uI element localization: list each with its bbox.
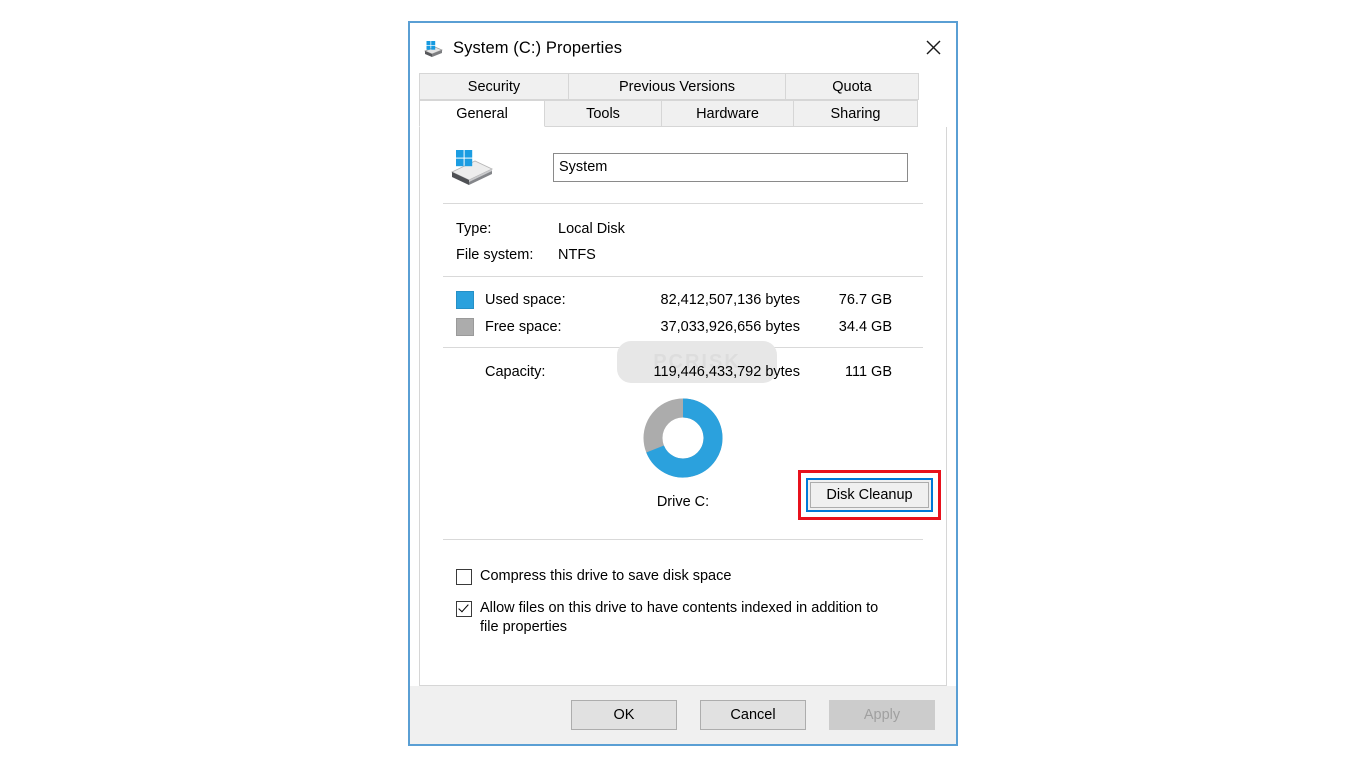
row-type: Type: Local Disk [456, 216, 924, 242]
tab-previous-versions[interactable]: Previous Versions [568, 73, 786, 100]
filesystem-value: NTFS [558, 247, 596, 263]
row-capacity: Capacity: 119,446,433,792 bytes 111 GB [456, 358, 924, 385]
ok-button[interactable]: OK [571, 700, 677, 730]
index-contents-row: Allow files on this drive to have conten… [456, 599, 924, 637]
disk-usage-chart-area: Drive C: Disk Cleanup [442, 389, 941, 539]
row-used-space: Used space: 82,412,507,136 bytes 76.7 GB [456, 286, 924, 313]
disk-cleanup-button-label: Disk Cleanup [810, 482, 929, 508]
drive-info-table: Type: Local Disk File system: NTFS [442, 204, 924, 276]
capacity-size: 111 GB [844, 363, 892, 380]
free-space-bytes: 37,033,926,656 bytes [660, 318, 800, 335]
general-tab-panel: Type: Local Disk File system: NTFS Used … [419, 127, 947, 686]
filesystem-label: File system: [456, 247, 534, 263]
cancel-button[interactable]: Cancel [700, 700, 806, 730]
index-contents-checkbox[interactable] [456, 601, 472, 617]
type-value: Local Disk [558, 221, 625, 237]
index-contents-label: Allow files on this drive to have conten… [480, 600, 879, 635]
drive-c-label: Drive C: [656, 494, 710, 510]
tab-sharing[interactable]: Sharing [793, 100, 918, 127]
title-bar: System (C:) Properties [410, 23, 956, 73]
volume-header [442, 127, 924, 203]
compress-drive-label: Compress this drive to save disk space [480, 568, 732, 584]
capacity-bytes: 119,446,433,792 bytes [653, 363, 800, 380]
compress-drive-checkbox[interactable] [456, 569, 472, 585]
tab-quota[interactable]: Quota [785, 73, 919, 100]
window-title: System (C:) Properties [453, 38, 623, 57]
disk-cleanup-button[interactable]: Disk Cleanup [806, 478, 933, 512]
row-file-system: File system: NTFS [456, 242, 924, 268]
close-icon[interactable] [910, 31, 956, 63]
tab-strip: Security Previous Versions Quota General… [410, 73, 956, 127]
free-space-size: 34.4 GB [838, 318, 892, 335]
used-space-label: Used space: [485, 291, 566, 308]
free-space-swatch [456, 317, 474, 336]
capacity-section: PCRISK Capacity: 119,446,433,792 bytes 1… [442, 341, 924, 389]
disk-usage-donut-chart [642, 397, 724, 479]
space-table: Used space: 82,412,507,136 bytes 76.7 GB… [442, 277, 924, 347]
tab-general[interactable]: General [419, 100, 545, 127]
volume-name-input[interactable] [553, 152, 908, 182]
dialog-footer: OK Cancel Apply [410, 686, 956, 744]
row-free-space: Free space: 37,033,926,656 bytes 34.4 GB [456, 313, 924, 340]
tab-hardware[interactable]: Hardware [661, 100, 794, 127]
drive-icon [423, 39, 443, 59]
tab-security[interactable]: Security [419, 73, 569, 100]
tab-tools[interactable]: Tools [544, 100, 662, 127]
used-space-swatch [456, 290, 474, 309]
compress-drive-row: Compress this drive to save disk space [456, 567, 924, 586]
used-space-bytes: 82,412,507,136 bytes [660, 291, 800, 308]
apply-button: Apply [829, 700, 935, 730]
used-space-size: 76.7 GB [838, 291, 892, 308]
free-space-label: Free space: [485, 318, 562, 335]
options-area: Compress this drive to save disk space A… [442, 540, 924, 637]
hard-drive-icon [449, 146, 495, 188]
properties-dialog: System (C:) Properties Security Previous… [408, 21, 958, 746]
capacity-label: Capacity: [485, 363, 546, 380]
type-label: Type: [456, 221, 492, 237]
